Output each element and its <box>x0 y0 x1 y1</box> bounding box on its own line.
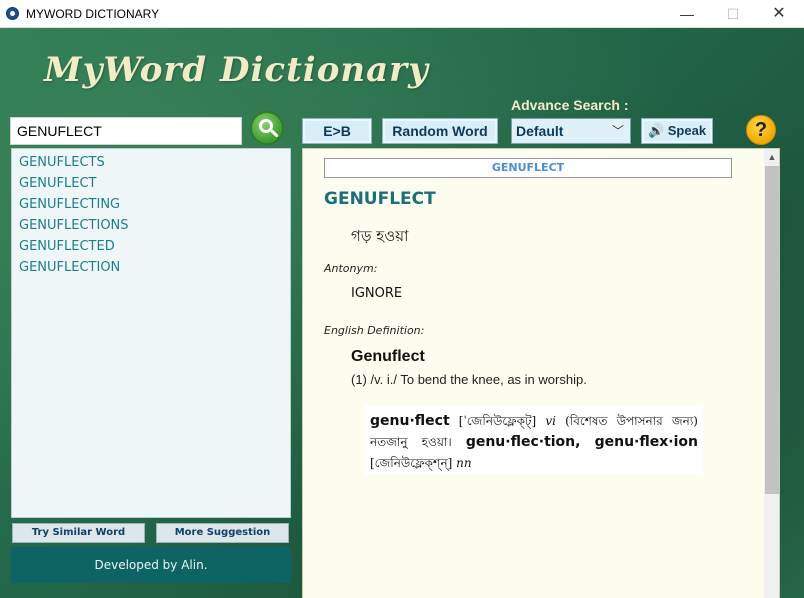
suggestion-list[interactable]: GENUFLECTS GENUFLECT GENUFLECTING GENUFL… <box>11 148 291 518</box>
app-logo: MyWord Dictionary <box>44 50 429 90</box>
definition-word: Genuflect <box>351 348 425 365</box>
scan-pronunciation: [ˈজেনিউফ্লেক্ট্] <box>458 414 537 428</box>
list-item[interactable]: GENUFLECTIONS <box>19 218 129 233</box>
eb-toggle-button[interactable]: E>B <box>302 118 372 144</box>
definition-panel: GENUFLECT GENUFLECT গড় হওয়া Antonym: I… <box>302 148 780 598</box>
scan-derived-2: genu·flex·ion <box>594 434 698 450</box>
chevron-down-icon: ﹀ <box>611 124 624 138</box>
scroll-up-icon[interactable]: ▲ <box>764 149 779 165</box>
search-button[interactable] <box>250 111 284 145</box>
speaker-icon: 🔊 <box>647 123 665 138</box>
maximize-button[interactable]: ☐ <box>710 0 756 28</box>
random-word-button[interactable]: Random Word <box>382 118 498 144</box>
scan-pos-2: nn <box>456 456 472 470</box>
definition-header: GENUFLECT <box>324 158 732 178</box>
speak-label: Speak <box>667 123 707 138</box>
word-title: GENUFLECT <box>324 189 436 209</box>
advance-search-select[interactable]: Default ﹀ <box>511 118 631 144</box>
speak-button[interactable]: 🔊 Speak <box>641 118 713 144</box>
advance-search-value: Default <box>516 123 564 139</box>
antonym-label: Antonym: <box>324 262 378 275</box>
scroll-thumb[interactable] <box>765 166 779 494</box>
help-button[interactable]: ? <box>746 115 776 145</box>
list-item[interactable]: GENUFLECTS <box>19 155 105 170</box>
app-icon <box>6 7 19 20</box>
definition-text: (1) /v. i./ To bend the knee, as in wors… <box>351 372 587 387</box>
bangla-meaning: গড় হওয়া <box>351 227 409 245</box>
scan-derived-1: genu·flec·tion, <box>465 434 581 450</box>
list-item[interactable]: GENUFLECTION <box>19 260 120 275</box>
scan-pos: vi <box>545 414 556 428</box>
close-button[interactable]: ✕ <box>756 0 802 28</box>
search-input[interactable] <box>10 117 242 145</box>
developer-credit: Developed by Alin. <box>11 547 291 583</box>
window-title: MYWORD DICTIONARY <box>26 7 160 21</box>
list-item[interactable]: GENUFLECTING <box>19 197 120 212</box>
minimize-button[interactable]: — <box>664 0 710 28</box>
scan-headword: genu·flect <box>370 413 450 429</box>
list-item[interactable]: GENUFLECTED <box>19 239 115 254</box>
definition-scrollbar[interactable]: ▲ ▼ <box>764 149 779 598</box>
main-area: MyWord Dictionary E>B Random Word Advanc… <box>0 28 804 598</box>
dictionary-scan-image: genu·flect [ˈজেনিউফ্লেক্ট্] vi (বিশেষত উ… <box>365 405 703 475</box>
more-suggestion-button[interactable]: More Suggestion <box>156 523 289 543</box>
advance-search-label: Advance Search : <box>511 97 629 113</box>
list-item[interactable]: GENUFLECT <box>19 176 96 191</box>
scan-pronunciation-2: [জেনিউফ্লেক্শ্ন্] <box>370 456 453 470</box>
try-similar-word-button[interactable]: Try Similar Word <box>12 523 145 543</box>
title-bar: MYWORD DICTIONARY — ☐ ✕ <box>0 0 804 28</box>
antonym-value: IGNORE <box>351 286 403 301</box>
english-definition-label: English Definition: <box>324 324 425 337</box>
